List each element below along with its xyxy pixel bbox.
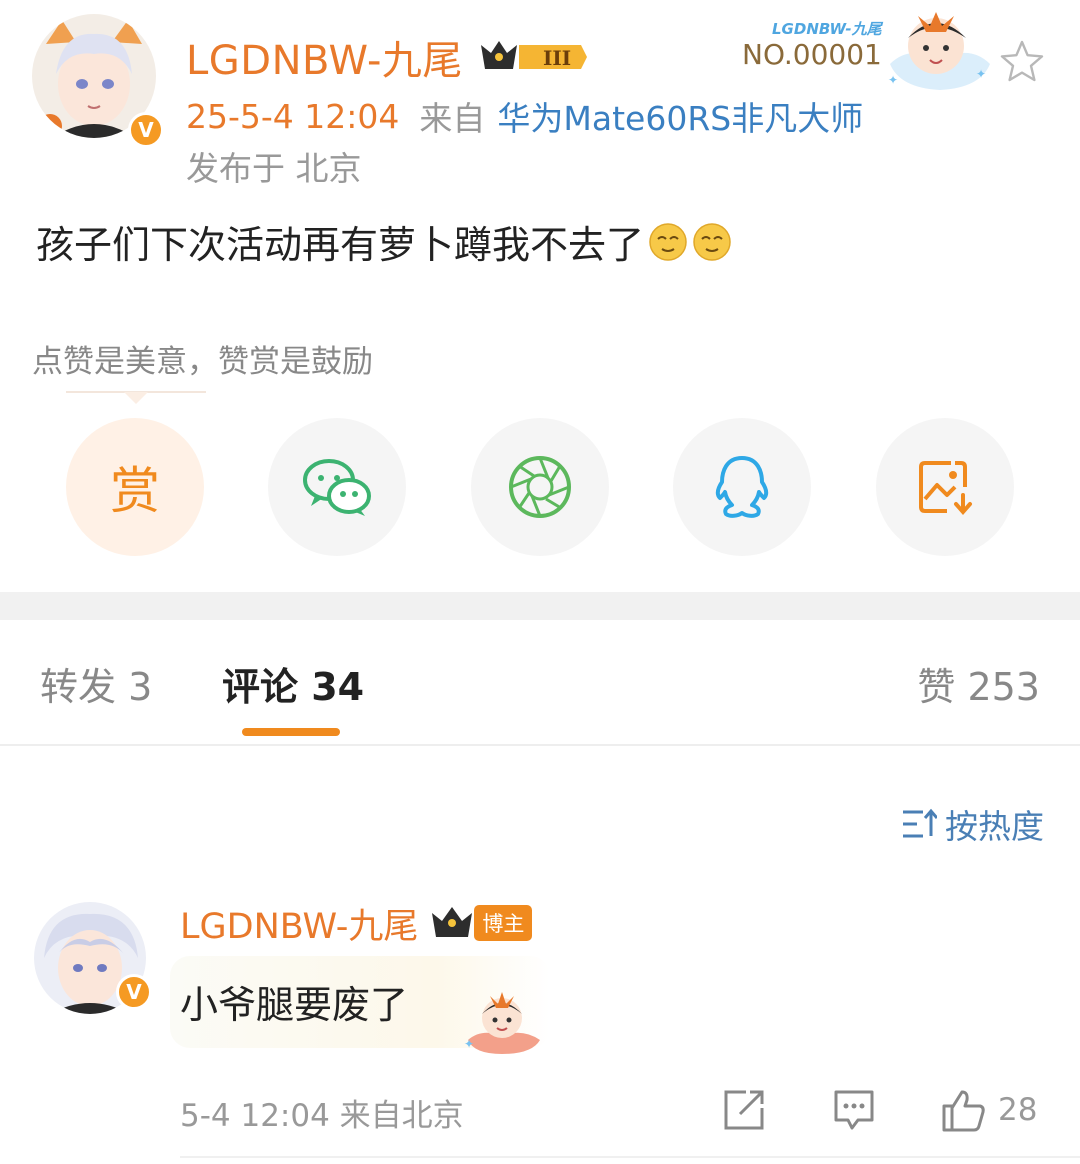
- comment-verified-icon: V: [116, 974, 152, 1010]
- comment-avatar[interactable]: V: [34, 902, 152, 1014]
- fan-card-brand: LGDNBW-九尾: [772, 20, 882, 38]
- active-tab-indicator: [242, 728, 340, 736]
- comment-text: 小爷腿要废了: [180, 983, 409, 1027]
- level-crown-icon: [432, 907, 473, 937]
- reward-button[interactable]: 赏: [66, 418, 204, 556]
- qq-icon: [715, 456, 769, 518]
- post-text: 孩子们下次活动再有萝卜蹲我不去了: [36, 223, 645, 267]
- author-tag: 博主: [474, 905, 533, 941]
- share-qq-button[interactable]: [673, 418, 811, 556]
- comment-author[interactable]: LGDNBW-九尾: [180, 898, 418, 949]
- share-row: 赏: [66, 418, 1016, 556]
- author-avatar[interactable]: V: [32, 14, 164, 148]
- fan-card-badge[interactable]: ✦ ✦ LGDNBW-九尾 NO.00001: [740, 4, 1000, 96]
- section-divider: [0, 592, 1080, 620]
- author-name[interactable]: LGDNBW-九尾: [186, 28, 463, 86]
- svg-text:✦: ✦: [464, 1037, 474, 1051]
- save-image-button[interactable]: [876, 418, 1014, 556]
- comment-share-button[interactable]: [722, 1086, 770, 1134]
- comment-reply-button[interactable]: [832, 1086, 880, 1134]
- tab-repost[interactable]: 转发 3: [40, 656, 152, 711]
- level-crown-badge-icon[interactable]: III: [477, 37, 589, 77]
- relieved-face-emoji-icon: [649, 222, 687, 261]
- post-from-label: 来自: [419, 99, 486, 138]
- sort-icon: [903, 808, 937, 838]
- comment-like-button[interactable]: 28: [940, 1086, 1037, 1134]
- bubble-sticker-icon: ✦: [464, 992, 540, 1054]
- post-content: 孩子们下次活动再有萝卜蹲我不去了: [36, 214, 732, 269]
- share-moments-button[interactable]: [471, 418, 609, 556]
- reward-hint: 点赞是美意，赞赏是鼓励: [32, 344, 373, 380]
- moments-icon: [509, 456, 571, 518]
- tab-comments[interactable]: 评论 34: [222, 656, 364, 711]
- save-image-icon: [919, 461, 972, 516]
- post-device-link[interactable]: 华为Mate60RS非凡大师: [497, 92, 863, 140]
- svg-text:✦: ✦: [888, 73, 898, 87]
- verified-icon: V: [128, 112, 164, 148]
- comment-icon: [834, 1090, 874, 1130]
- wechat-icon: [303, 459, 371, 516]
- share-icon: [724, 1090, 764, 1130]
- tab-likes[interactable]: 赞 253: [917, 656, 1040, 711]
- post-time: 25-5-4 12:04: [186, 96, 400, 136]
- level-badge-text: III: [543, 46, 571, 70]
- hint-pointer-icon: [66, 391, 206, 404]
- fan-card-number: NO.00001: [742, 38, 882, 71]
- tab-divider: [0, 744, 1080, 746]
- comment-meta: 5-4 12:04 来自北京: [180, 1098, 464, 1134]
- sort-by-hot-button[interactable]: 按热度: [901, 800, 1044, 848]
- svg-text:✦: ✦: [976, 67, 986, 81]
- favorite-star-icon[interactable]: [998, 38, 1046, 86]
- thumbs-up-icon: [942, 1090, 985, 1132]
- reward-label: 赏: [110, 462, 160, 520]
- post-location: 发布于 北京: [186, 149, 362, 188]
- comment-divider: [180, 1156, 1080, 1158]
- comment-like-count: 28: [998, 1092, 1038, 1128]
- sort-label: 按热度: [945, 807, 1044, 846]
- share-wechat-button[interactable]: [268, 418, 406, 556]
- relieved-face-emoji-icon: [693, 222, 731, 261]
